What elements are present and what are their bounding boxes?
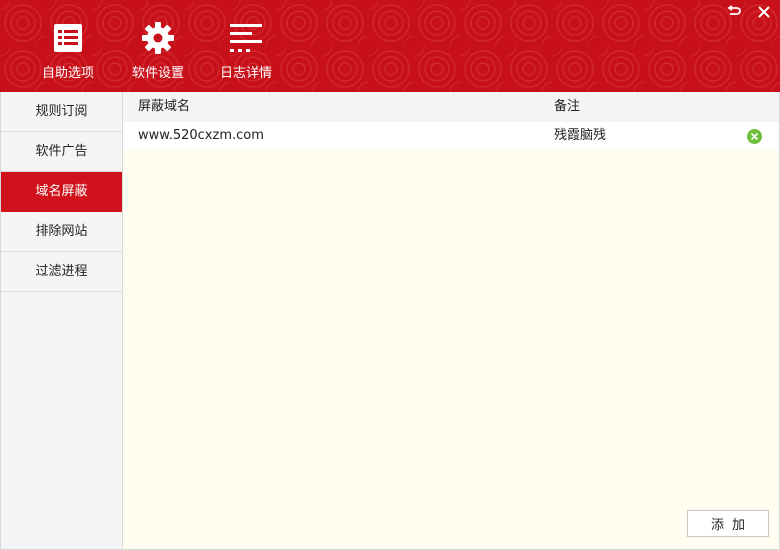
domain-block-panel: 屏蔽域名 备注 www.520cxzm.com 残霞脑残 添加 — [123, 92, 780, 550]
table-row[interactable]: www.520cxzm.com 残霞脑残 — [123, 122, 779, 150]
column-header-blocked-domain: 屏蔽域名 — [138, 99, 191, 114]
log-details-label: 日志详情 — [219, 66, 272, 81]
cloud-pattern-background — [0, 0, 780, 92]
sidebar: 规则订阅 软件广告 域名屏蔽 排除网站 过滤进程 — [0, 92, 123, 550]
return-arrow-icon[interactable] — [726, 4, 742, 20]
sidebar-item-software-ads[interactable]: 软件广告 — [1, 132, 122, 172]
gear-icon — [140, 20, 176, 56]
checklist-icon — [50, 20, 86, 56]
delete-row-icon[interactable] — [747, 129, 762, 144]
header-banner: 自助选项 软件设置 日志详情 — [0, 0, 780, 92]
close-icon[interactable] — [756, 4, 772, 20]
sidebar-item-domain-blocking[interactable]: 域名屏蔽 — [1, 172, 122, 212]
sidebar-item-rule-subscription[interactable]: 规则订阅 — [1, 92, 122, 132]
self-help-options-button[interactable]: 自助选项 — [40, 20, 96, 82]
self-help-options-label: 自助选项 — [41, 66, 94, 81]
window-controls — [726, 4, 772, 20]
sidebar-item-filter-process[interactable]: 过滤进程 — [1, 252, 122, 292]
list-lines-icon — [228, 20, 264, 56]
table-header: 屏蔽域名 备注 — [123, 92, 779, 122]
log-details-button[interactable]: 日志详情 — [218, 20, 274, 82]
column-header-note: 备注 — [554, 99, 581, 114]
add-button[interactable]: 添加 — [687, 510, 769, 537]
software-settings-label: 软件设置 — [131, 66, 184, 81]
row-note: 残霞脑残 — [554, 128, 607, 143]
software-settings-button[interactable]: 软件设置 — [130, 20, 186, 82]
row-domain: www.520cxzm.com — [138, 128, 264, 143]
sidebar-item-excluded-sites[interactable]: 排除网站 — [1, 212, 122, 252]
